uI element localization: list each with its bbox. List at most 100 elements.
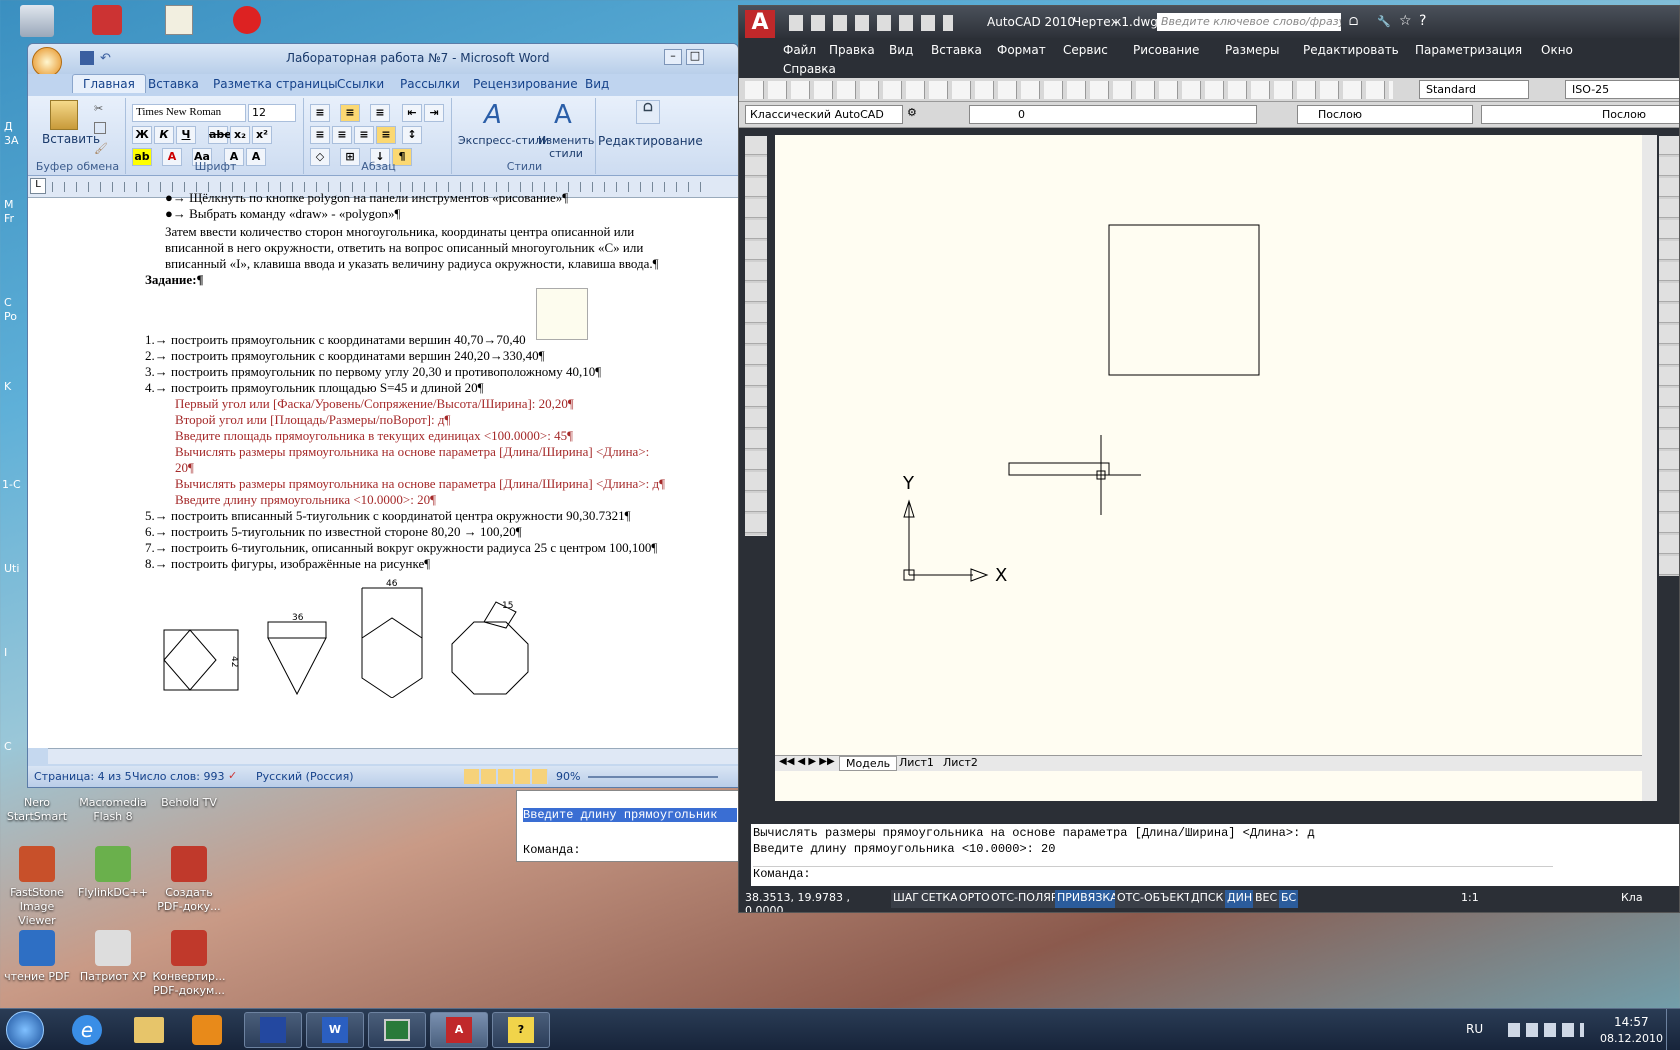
document-page[interactable]: ●→ Щёлкнуть по кнопке polygon на панели … [28, 190, 738, 748]
word-count[interactable]: Число слов: 993 [132, 770, 225, 783]
superscript-button[interactable]: x² [252, 126, 272, 144]
decrease-indent-button[interactable]: ⇤ [402, 104, 422, 122]
layer-select[interactable]: 0 [969, 105, 1257, 124]
dyn-toggle[interactable]: ДИН [1225, 890, 1255, 908]
menu-edit[interactable]: Правка [829, 43, 875, 57]
taskbar-save-app[interactable] [244, 1012, 302, 1048]
modify-toolbar[interactable] [1659, 136, 1679, 576]
font-size-select[interactable]: 12 [248, 104, 296, 122]
communication-icon[interactable]: 🔧 [1377, 15, 1391, 28]
desktop-icon-beholdtv[interactable]: Behold TV [152, 796, 226, 810]
explorer-icon[interactable] [134, 1017, 164, 1043]
underline-button[interactable]: Ч [176, 126, 196, 144]
drawing-canvas[interactable]: Y X ◀◀ ◀ ▶ ▶▶ Модель Лист1 Лист2 [775, 135, 1657, 801]
recycle-bin-icon[interactable] [20, 5, 54, 37]
osnap-toggle[interactable]: ПРИВЯЗКА [1055, 890, 1120, 908]
spellcheck-icon[interactable]: ✓ [228, 769, 237, 782]
horizontal-scrollbar[interactable] [48, 748, 738, 764]
command-window[interactable]: Вычислять размеры прямоугольника на осно… [751, 824, 1679, 886]
change-styles-button[interactable]: Изменить стили [538, 134, 594, 160]
tab-nav-arrows[interactable]: ◀◀ ◀ ▶ ▶▶ [779, 756, 835, 767]
menu-file[interactable]: Файл [783, 43, 816, 57]
taskbar-autocad[interactable]: A [430, 1012, 488, 1048]
numbering-button[interactable]: ≡ [340, 104, 360, 122]
maximize-button[interactable]: □ [686, 49, 704, 65]
draw-toolbar[interactable] [745, 136, 767, 536]
copy-icon[interactable] [94, 122, 106, 134]
save-icon[interactable] [80, 51, 94, 65]
menu-modify[interactable]: Редактировать [1303, 43, 1399, 57]
color-select[interactable]: Послою [1297, 105, 1473, 124]
ie-icon[interactable]: e [72, 1015, 102, 1045]
binoculars-icon[interactable]: ᗝ [1349, 15, 1358, 29]
star-icon[interactable]: ☆ [1399, 13, 1412, 29]
bold-button[interactable]: Ж [132, 126, 152, 144]
tab-home[interactable]: Главная [72, 74, 146, 93]
line-spacing-button[interactable]: ↕ [402, 126, 422, 144]
desktop-icon-patriot[interactable]: Патриот XP [76, 930, 150, 984]
notepad-icon[interactable] [165, 5, 193, 35]
desktop-icon-readpdf[interactable]: чтение PDF [0, 930, 74, 984]
tab-mailings[interactable]: Рассылки [400, 77, 460, 91]
quick-styles-icon[interactable]: A [484, 100, 502, 130]
paste-icon[interactable] [50, 100, 78, 130]
tab-page-layout[interactable]: Разметка страницы [213, 77, 338, 91]
clock-time[interactable]: 14:57 [1614, 1015, 1649, 1029]
media-player-icon[interactable] [192, 1015, 222, 1045]
dim-style-select[interactable]: ISO-25 [1565, 80, 1679, 99]
menu-format[interactable]: Формат [997, 43, 1046, 57]
increase-indent-button[interactable]: ⇥ [424, 104, 444, 122]
multilevel-button[interactable]: ≡ [370, 104, 390, 122]
binoculars-icon[interactable]: ᗝ [636, 100, 660, 124]
embedded-square-image[interactable] [536, 288, 588, 340]
help-search-input[interactable]: Введите ключевое слово/фразу [1157, 13, 1341, 31]
desktop-icon-createpdf[interactable]: Создать PDF-доку... [152, 846, 226, 914]
page-count[interactable]: Страница: 4 из 5 [34, 770, 132, 783]
zoom-level[interactable]: 90% [556, 770, 580, 783]
desktop-icon-nero[interactable]: Nero StartSmart [0, 796, 74, 824]
editing-button[interactable]: Редактирование [598, 134, 703, 148]
app-icon[interactable] [92, 5, 122, 35]
undo-icon[interactable]: ↶ [100, 51, 114, 66]
align-right-button[interactable]: ≡ [354, 126, 374, 144]
linetype-select[interactable]: Послою [1481, 105, 1679, 124]
language-indicator[interactable]: RU [1466, 1022, 1483, 1036]
vertical-scrollbar[interactable] [1642, 135, 1657, 801]
tab-model[interactable]: Модель [839, 756, 898, 771]
font-name-select[interactable]: Times New Roman [132, 104, 246, 122]
change-styles-icon[interactable]: A [554, 100, 572, 130]
justify-button[interactable]: ≡ [376, 126, 396, 144]
snap-toggle[interactable]: ШАГ [891, 890, 921, 908]
cut-icon[interactable]: ✂ [94, 102, 103, 115]
desktop-icon-flylink[interactable]: FlylinkDC++ [76, 846, 150, 900]
zoom-slider[interactable] [588, 776, 718, 778]
menu-insert[interactable]: Вставка [931, 43, 982, 57]
align-center-button[interactable]: ≡ [332, 126, 352, 144]
bullets-button[interactable]: ≡ [310, 104, 330, 122]
qp-toggle[interactable]: БС [1279, 890, 1299, 908]
text-style-select[interactable]: Standard [1419, 80, 1529, 99]
menu-window[interactable]: Окно [1541, 43, 1573, 57]
opera-icon[interactable] [233, 6, 261, 34]
desktop-icon-flash[interactable]: Macromedia Flash 8 [76, 796, 150, 824]
language-indicator[interactable]: Русский (Россия) [256, 770, 354, 783]
workspace-select[interactable]: Классический AutoCAD [745, 105, 903, 124]
menu-tools[interactable]: Сервис [1063, 43, 1108, 57]
clock-date[interactable]: 08.12.2010 [1600, 1032, 1663, 1045]
tab-sheet2[interactable]: Лист2 [937, 756, 984, 769]
tab-selector[interactable]: L [30, 178, 46, 194]
menu-help[interactable]: Справка [783, 62, 836, 76]
menu-draw[interactable]: Рисование [1133, 43, 1199, 57]
minimize-button[interactable]: – [664, 49, 682, 65]
annotation-scale[interactable]: 1:1 [1459, 890, 1481, 908]
ortho-toggle[interactable]: ОРТО [957, 890, 992, 908]
align-left-button[interactable]: ≡ [310, 126, 330, 144]
grid-toggle[interactable]: СЕТКА [919, 890, 960, 908]
quick-access-toolbar[interactable] [789, 15, 953, 31]
tab-sheet1[interactable]: Лист1 [893, 756, 940, 769]
tab-review[interactable]: Рецензирование [473, 77, 578, 91]
taskbar-word[interactable]: W [306, 1012, 364, 1048]
desktop-icon-converter[interactable]: Конвертир... PDF-докум... [152, 930, 226, 998]
gear-icon[interactable]: ⚙ [907, 106, 917, 119]
command-prompt[interactable]: Команда: [753, 866, 1553, 881]
